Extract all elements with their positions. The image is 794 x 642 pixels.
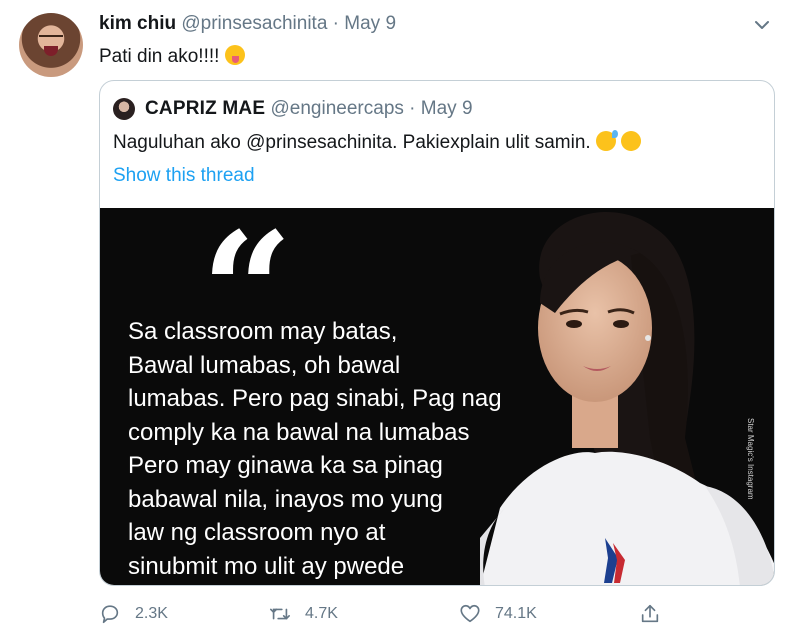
- image-quote-line: Pero may ginawa ka sa pinag: [128, 452, 443, 479]
- rofl-emoji-icon: [617, 127, 645, 155]
- author-name[interactable]: kim chiu: [99, 13, 176, 34]
- image-quote-line: law ng classroom nyo at: [128, 519, 386, 546]
- caret-down-icon[interactable]: [752, 15, 772, 35]
- image-quote-line: Bawal lumabas, oh bawal: [128, 351, 401, 379]
- tweet-header: kim chiu @prinsesachinita · May 9: [99, 12, 396, 36]
- quoted-tweet-text-content: Naguluhan ako @prinsesachinita. Pakiexpl…: [113, 132, 591, 153]
- like-icon: [460, 604, 480, 623]
- quoted-author-handle: @engineercaps: [270, 98, 404, 119]
- author-handle[interactable]: @prinsesachinita: [181, 13, 327, 34]
- reply-count: 2.3K: [135, 605, 168, 622]
- author-avatar[interactable]: [19, 13, 83, 77]
- tweet-actions: 2.3K 4.7K 74.1K: [99, 600, 669, 628]
- like-count: 74.1K: [495, 605, 537, 622]
- image-quote-line: sinubmit mo ulit ay pwede: [128, 552, 405, 580]
- image-quote-line: comply ka na bawal na lumabas: [128, 418, 470, 446]
- avatar-mouth: [44, 46, 58, 56]
- photo-credit: Star Magic's Instagram: [746, 418, 755, 500]
- quoted-tweet-header: CAPRIZ MAE @engineercaps · May 9: [145, 97, 473, 121]
- tweet-text: Pati din ako!!!!: [99, 45, 245, 69]
- reply-button[interactable]: 2.3K: [99, 600, 168, 628]
- reply-icon: [101, 605, 119, 624]
- share-icon: [641, 604, 659, 623]
- quoted-tweet-card[interactable]: CAPRIZ MAE @engineercaps · May 9 Naguluh…: [99, 80, 775, 586]
- tweet-date[interactable]: May 9: [344, 13, 396, 34]
- image-quote-line: lumabas. Pero pag sinabi, Pag nag: [128, 385, 502, 412]
- like-button[interactable]: 74.1K: [459, 600, 537, 628]
- retweet-button[interactable]: 4.7K: [269, 600, 338, 628]
- woman-portrait-illustration: [480, 212, 774, 585]
- retweet-icon: [270, 608, 290, 620]
- quoted-author-avatar: [113, 98, 135, 120]
- quoted-header-separator: ·: [409, 98, 416, 119]
- share-button[interactable]: [639, 600, 675, 628]
- avatar-eyes: [39, 35, 63, 41]
- quoted-tweet-date: May 9: [420, 98, 473, 119]
- header-separator: ·: [332, 13, 339, 34]
- image-quote-text: Sa classroom may batas, Bawal lumabas, o…: [128, 315, 502, 583]
- quoted-tweet-text: Naguluhan ako @prinsesachinita. Pakiexpl…: [113, 127, 645, 155]
- image-quote-line: Sa classroom may batas,: [128, 318, 398, 345]
- retweet-count: 4.7K: [305, 605, 338, 622]
- sweat-smile-emoji-icon: [595, 130, 618, 151]
- show-thread-link[interactable]: Show this thread: [113, 164, 255, 188]
- tweet-text-content: Pati din ako!!!!: [99, 46, 220, 67]
- quoted-tweet-image[interactable]: “ Sa classroom may batas, Bawal lumabas,…: [100, 208, 774, 585]
- squinting-tongue-emoji-icon: [224, 45, 245, 65]
- quoted-author-name: CAPRIZ MAE: [145, 98, 266, 119]
- image-quote-line: babawal nila, inayos mo yung: [128, 485, 443, 513]
